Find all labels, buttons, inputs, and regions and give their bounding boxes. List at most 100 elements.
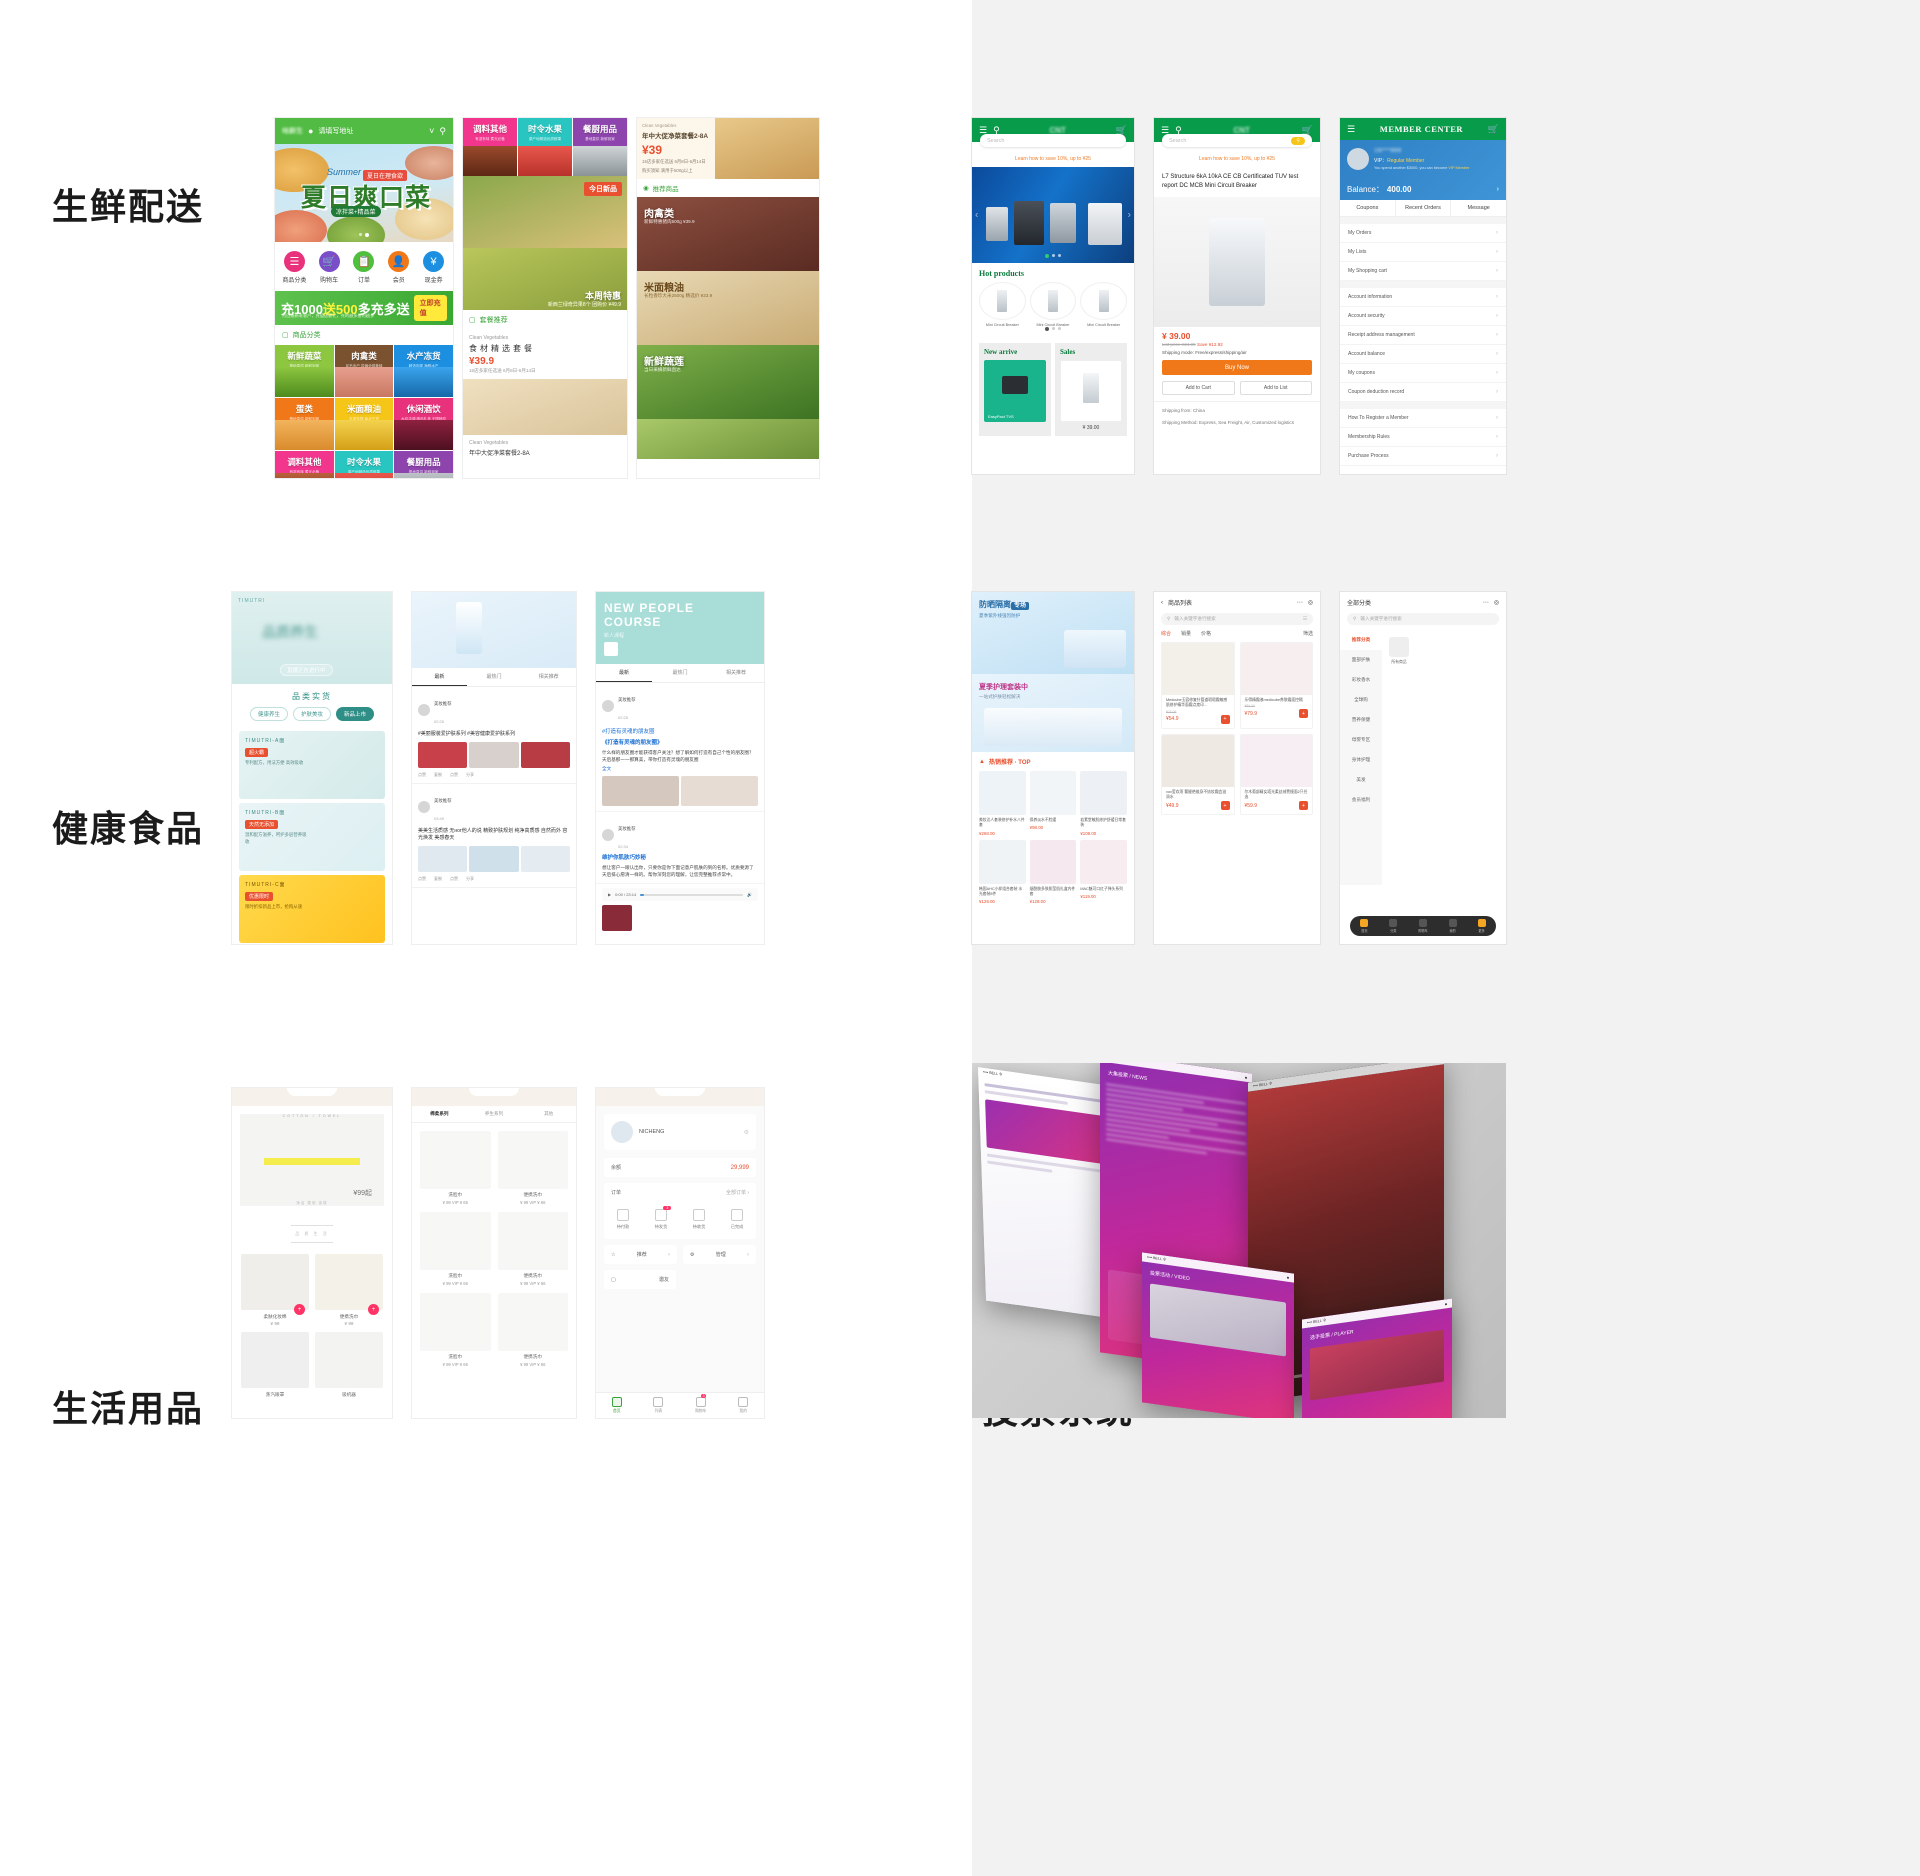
- recommend-item[interactable]: 米面粮油 长粒香珍大米2500g 精选价 ¥23.9: [637, 271, 819, 346]
- menu-my-orders[interactable]: My Orders ›: [1340, 224, 1506, 243]
- tab-other[interactable]: 其他: [521, 1106, 576, 1122]
- health-product-card[interactable]: TIMUTRI-B面 天然无添加 温和配方滋养，呵护多层营养吸收: [239, 803, 385, 871]
- list-item[interactable]: 便携洗巾 ¥ 99 VIP ¥ 66: [497, 1293, 568, 1367]
- like-button[interactable]: 点赞: [418, 772, 426, 778]
- weekly-deal-banner[interactable]: 本周特惠 新西兰绿奇异果8个 团购价 ¥49.9: [463, 248, 627, 310]
- recommend-row[interactable]: ☆ 推荐 ›: [604, 1245, 677, 1264]
- trade-search-input[interactable]: Search ⚲: [1162, 134, 1312, 147]
- tabbar-profile[interactable]: 我的: [738, 1397, 749, 1414]
- sidebar-item-face[interactable]: 面部护肤: [1340, 650, 1382, 670]
- list-item[interactable]: 乐得精霜液medicube养肤霜面控隔 ¥80.00 ¥79.9 +: [1239, 642, 1313, 729]
- tab-related[interactable]: 相关推荐: [521, 668, 576, 686]
- thumb-button[interactable]: 点赞: [450, 772, 458, 778]
- list-search-input[interactable]: ⚲ 输入关键字进行搜索 ☷: [1161, 613, 1313, 625]
- player-progress-bar[interactable]: [640, 893, 744, 896]
- nav-item-coupon[interactable]: ¥ 现金券: [419, 251, 449, 284]
- sales-image[interactable]: [1060, 360, 1122, 422]
- tab-wellness[interactable]: 养生系列: [467, 1106, 522, 1122]
- list-item[interactable]: vov莹欢项 奢缝绝维身不妨妆霜会滋润水 ¥49.9 +: [1161, 733, 1235, 816]
- list-item[interactable]: 洗脸巾 ¥ 99 VIP ¥ 66: [420, 1212, 491, 1286]
- search-icon[interactable]: ⚲: [439, 126, 446, 137]
- product-item[interactable]: 吸机器: [315, 1332, 383, 1398]
- grid-toggle-icon[interactable]: ☷: [1303, 616, 1307, 622]
- sidebar-item-recommend[interactable]: 推荐分类: [1340, 630, 1382, 650]
- tab-latest[interactable]: 最新: [596, 664, 652, 682]
- recharge-button[interactable]: 立即充值: [413, 295, 447, 321]
- buy-now-button[interactable]: Buy Now: [1162, 360, 1312, 375]
- product-item[interactable]: 保养淡水不脸缓 ¥98.00: [1029, 771, 1077, 836]
- menu-purchase-process[interactable]: Purchase Process ›: [1340, 447, 1506, 466]
- post-images[interactable]: [418, 845, 570, 872]
- tab-message[interactable]: Message: [1450, 200, 1506, 216]
- tab-related[interactable]: 相关推荐: [708, 664, 764, 682]
- menu-my-coupons[interactable]: My coupons ›: [1340, 364, 1506, 383]
- category-tile[interactable]: 餐厨用品 基地直供 新鲜到家: [394, 451, 453, 478]
- list-item[interactable]: 洗脸巾 ¥ 99 VIP ¥ 66: [420, 1293, 491, 1367]
- upgrade-link[interactable]: VIP Member: [1448, 166, 1469, 170]
- balance-row[interactable]: 余额 29,999: [604, 1158, 756, 1177]
- tab-recent-orders[interactable]: Recent Orders: [1394, 200, 1451, 216]
- new-product-banner[interactable]: 今日新品: [463, 176, 627, 248]
- trade-notice[interactable]: Learn how to save 10%, up to ¥25: [972, 155, 1134, 167]
- carousel-dots[interactable]: [359, 233, 369, 237]
- product-item[interactable]: 若素堂敏肌修护舒缓日常套装 ¥108.00: [1080, 771, 1127, 836]
- trade-notice[interactable]: Learn how to save 10%, up to ¥25: [1154, 155, 1320, 167]
- add-to-cart-icon[interactable]: +: [368, 1304, 379, 1315]
- menu-account-information[interactable]: Account information ›: [1340, 288, 1506, 307]
- settings-gear-icon[interactable]: ⚙: [744, 1129, 749, 1136]
- menu-account-security[interactable]: Account security ›: [1340, 307, 1506, 326]
- copy-button[interactable]: 复制: [434, 876, 442, 882]
- sidebar-item-global[interactable]: 全球购: [1340, 690, 1382, 710]
- category-search-input[interactable]: ⚲ 输入关键字进行搜索: [1347, 613, 1499, 625]
- target-icon[interactable]: ◎: [1494, 599, 1499, 606]
- tabbar-more[interactable]: 更多: [1477, 919, 1486, 933]
- sidebar-item-makeup[interactable]: 彩妆香水: [1340, 670, 1382, 690]
- list-item[interactable]: 洗脸巾 ¥ 99 VIP ¥ 66: [420, 1131, 491, 1205]
- category-cell[interactable]: 所有商品: [1389, 637, 1409, 665]
- tab-hot[interactable]: 最热门: [467, 668, 522, 686]
- vote-player-screen[interactable]: •••• BELL 令 ■ 选手投票 / PLAYER: [1302, 1298, 1452, 1418]
- category-tile[interactable]: 餐厨用品 基地直供 新鲜到家: [573, 118, 627, 176]
- recommend-item[interactable]: [637, 419, 819, 460]
- tab-wellness[interactable]: 健康养生: [249, 707, 288, 721]
- volume-icon[interactable]: 🔊: [747, 892, 752, 897]
- tabbar-home[interactable]: 首页: [1360, 919, 1369, 933]
- nav-item-categories[interactable]: ☰ 商品分类: [279, 251, 309, 284]
- menu-my-lists[interactable]: My Lists ›: [1340, 243, 1506, 262]
- invite-row[interactable]: ▢ 邀友: [604, 1270, 676, 1289]
- filter-sales[interactable]: 销量: [1181, 630, 1191, 637]
- cart-icon[interactable]: 🛒: [1488, 124, 1499, 135]
- add-to-list-button[interactable]: Add to List: [1239, 381, 1312, 395]
- cosmetics-promo[interactable]: 夏季护理套装中 一站式护肤轻松解决: [972, 674, 1134, 752]
- hot-product[interactable]: Mini Circuit Breaker: [979, 282, 1026, 327]
- product-item[interactable]: 韩国AHC小样组合套装 水光套装8件 ¥129.00: [979, 839, 1026, 904]
- menu-coupon-deduction[interactable]: Coupon deduction record ›: [1340, 383, 1506, 402]
- menu-account-balance[interactable]: Account balance ›: [1340, 345, 1506, 364]
- add-cart-icon[interactable]: +: [1220, 801, 1230, 811]
- target-icon[interactable]: ◎: [1308, 599, 1313, 606]
- thumb-button[interactable]: 点赞: [450, 876, 458, 882]
- menu-how-to-register[interactable]: How To Register a Member ›: [1340, 409, 1506, 428]
- avatar[interactable]: [1347, 148, 1369, 170]
- chevron-down-icon[interactable]: ˅: [429, 126, 434, 136]
- sidebar-item-body[interactable]: 身体护理: [1340, 750, 1382, 770]
- order-status-item[interactable]: 待收货: [693, 1209, 705, 1230]
- tab-coupons[interactable]: Coupons: [1340, 200, 1395, 216]
- hamburger-menu-icon[interactable]: ☰: [1347, 124, 1355, 135]
- tabbar-category[interactable]: 分类: [1389, 919, 1398, 933]
- add-to-cart-button[interactable]: Add to Cart: [1162, 381, 1235, 395]
- menu-receipt-address[interactable]: Receipt address management ›: [1340, 326, 1506, 345]
- post-images[interactable]: [418, 741, 570, 768]
- category-tile[interactable]: 蛋类 基地直供 新鲜到家: [275, 398, 334, 450]
- health-product-card[interactable]: TIMUTRI-A面 超火霸 专利配方，用法方便 高效吸收: [239, 731, 385, 799]
- vote-desktop-screen[interactable]: •••• BELL 令 ■: [977, 1067, 1117, 1319]
- category-tile[interactable]: 调料其他 有滋有味 煮天必备: [463, 118, 517, 176]
- product-hero-image[interactable]: [1154, 197, 1320, 327]
- product-item[interactable]: MAC魅可口红子弹头系列 ¥119.00: [1080, 839, 1127, 905]
- product-item[interactable]: 美妆达人套装修护补水八件套 ¥268.00: [979, 771, 1026, 836]
- menu-membership-rules[interactable]: Membership Rules ›: [1340, 428, 1506, 447]
- category-tile[interactable]: 时令水果 原产地精选优质鲜果: [518, 118, 572, 176]
- share-button[interactable]: 分享: [466, 876, 474, 882]
- tabbar-list[interactable]: 列表: [653, 1397, 664, 1414]
- tabbar-cart[interactable]: 3 购物车: [695, 1394, 707, 1414]
